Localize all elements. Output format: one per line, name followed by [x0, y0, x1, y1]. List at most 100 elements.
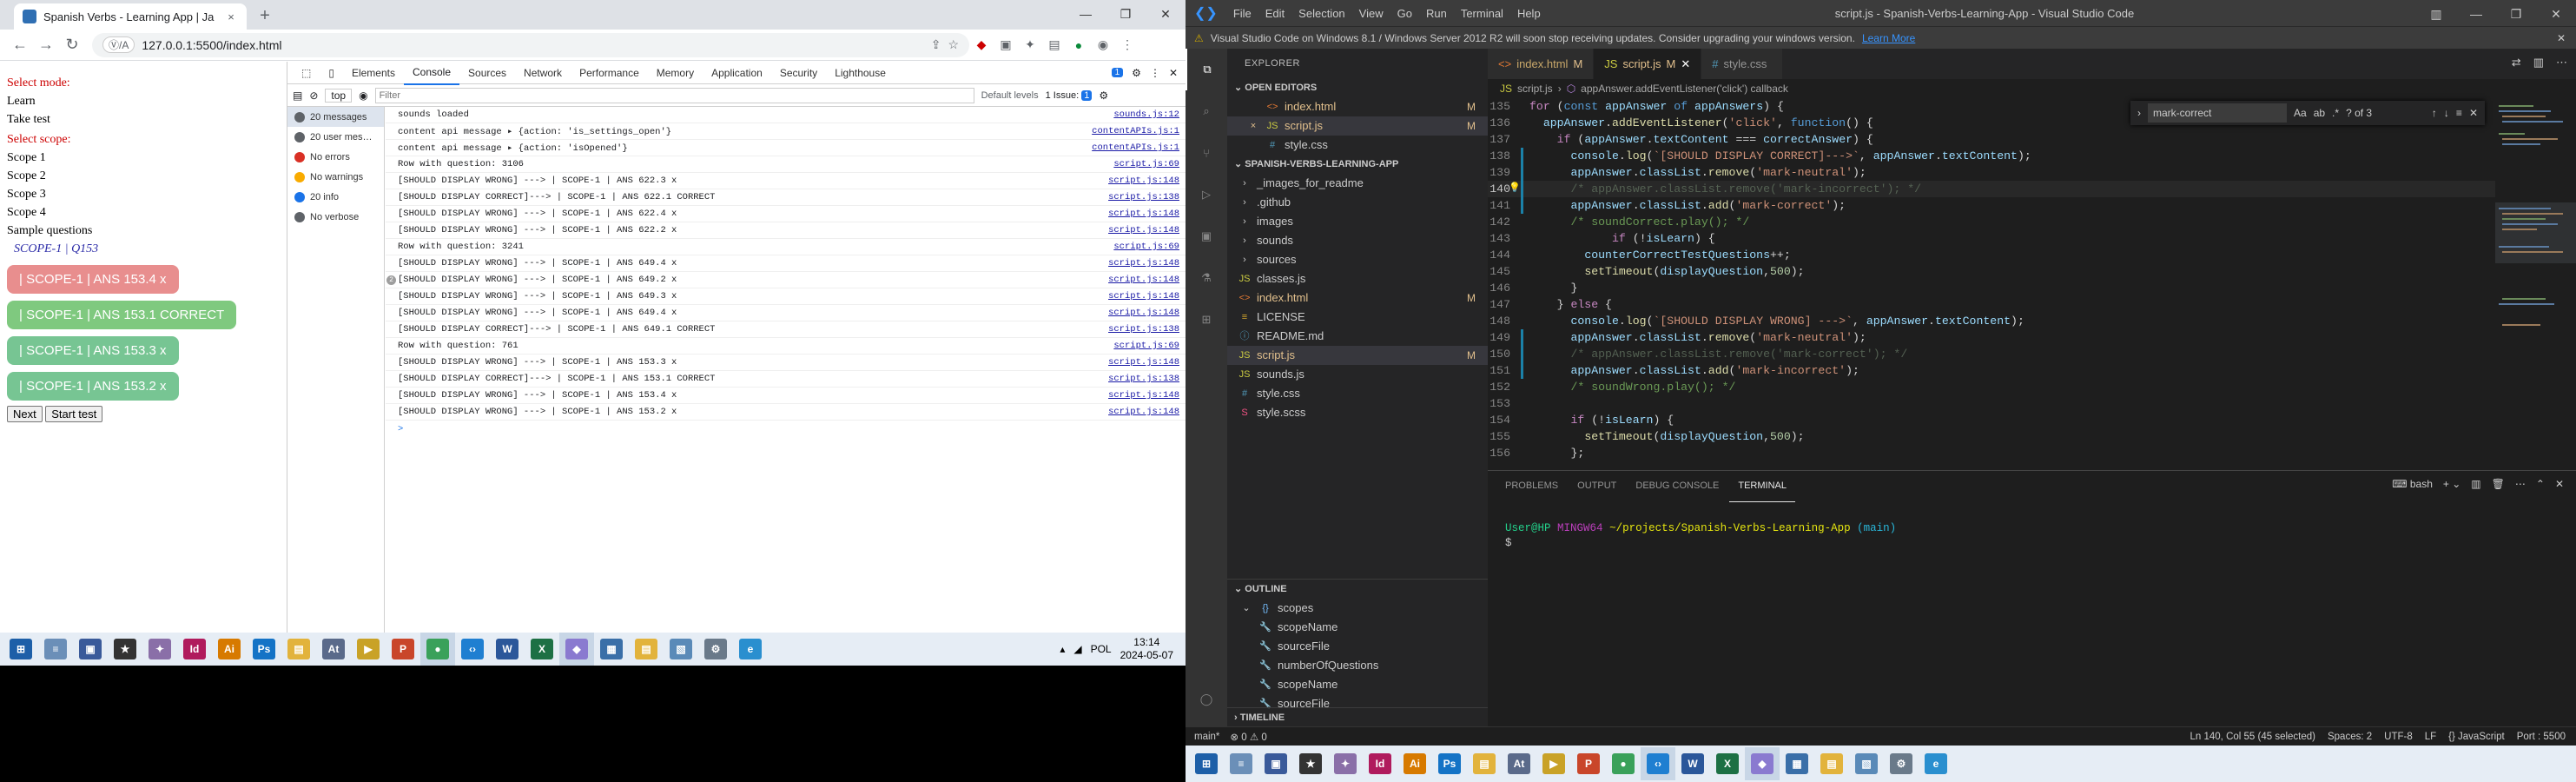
share-icon[interactable]: ⇪ [931, 37, 941, 52]
devtools-more-icon[interactable]: ⋮ [1150, 67, 1160, 79]
sidebar-icon[interactable]: ▤ [1042, 33, 1067, 57]
back-icon[interactable]: ← [7, 32, 33, 58]
taskbar-folder[interactable]: ▤ [629, 633, 664, 666]
answer-button-3[interactable]: | SCOPE-1 | ANS 153.3 x [7, 336, 179, 365]
console-source-link[interactable]: script.js:148 [1108, 275, 1179, 285]
breadcrumb-symbol[interactable]: appAnswer.addEventListener('click') call… [1581, 83, 1788, 95]
timeline-header[interactable]: › TIMELINE [1227, 707, 1488, 726]
taskbar-chrome[interactable]: ● [1606, 747, 1641, 780]
run-debug-icon[interactable]: ▷ [1186, 174, 1227, 215]
panel-tab-problems[interactable]: PROBLEMS [1496, 471, 1567, 501]
tab-memory[interactable]: Memory [648, 62, 703, 84]
file-tree-item[interactable]: # style.css [1227, 384, 1488, 403]
taskbar-start[interactable]: ⊞ [3, 633, 38, 666]
find-input[interactable]: mark-correct [2148, 103, 2287, 123]
tab-style-css[interactable]: # style.css [1701, 49, 1784, 79]
whole-word-icon[interactable]: ab [2314, 107, 2325, 119]
bookmark-star-icon[interactable]: ☆ [948, 37, 959, 52]
eye-icon[interactable]: ◉ [359, 89, 367, 102]
devtools-settings-icon[interactable]: ⚙ [1132, 67, 1141, 79]
answer-button-2[interactable]: | SCOPE-1 | ANS 153.1 CORRECT [7, 301, 237, 329]
levels-dropdown[interactable]: Default levels [981, 90, 1039, 101]
status-item[interactable]: Ln 140, Col 55 (45 selected) [2190, 732, 2315, 742]
maximize-panel-icon[interactable]: ⌃ [2536, 478, 2545, 490]
issues-badge[interactable]: 1 [1111, 68, 1124, 77]
outline-item[interactable]: 🔧 scopeName [1227, 675, 1488, 694]
terminal-shell-label[interactable]: ⌨ bash [2392, 478, 2433, 490]
file-tree-item[interactable]: ≡ LICENSE [1227, 308, 1488, 327]
scope-1[interactable]: Scope 1 [7, 149, 280, 167]
taskbar-start[interactable]: ⊞ [1189, 747, 1224, 780]
console-source-link[interactable]: script.js:148 [1108, 258, 1179, 268]
taskbar-illustrator[interactable]: Ai [1397, 747, 1432, 780]
panel-tab-debug-console[interactable]: DEBUG CONSOLE [1627, 471, 1727, 501]
source-control-icon[interactable]: ⑂ [1186, 132, 1227, 174]
taskbar-powerpoint[interactable]: P [386, 633, 420, 666]
tab-lighthouse[interactable]: Lighthouse [826, 62, 895, 84]
branch-status[interactable]: main* [1194, 732, 1219, 742]
taskbar-folder[interactable]: ▤ [1814, 747, 1849, 780]
account-icon[interactable]: ◯ [1186, 679, 1227, 720]
devtools-close-icon[interactable]: ✕ [1169, 67, 1178, 79]
file-tree-item[interactable]: › _images_for_readme [1227, 174, 1488, 193]
extensions-icon[interactable]: ⊞ [1186, 299, 1227, 341]
taskbar-vpn[interactable]: ◆ [559, 633, 594, 666]
file-tree-item[interactable]: JS script.js M [1227, 346, 1488, 365]
menu-kebab-icon[interactable]: ⋮ [1115, 33, 1139, 57]
taskbar-notes[interactable]: ▧ [664, 633, 698, 666]
find-selection-icon[interactable]: ≡ [2456, 107, 2462, 119]
console-settings-icon[interactable]: ⚙ [1099, 89, 1108, 102]
close-window-icon[interactable]: ✕ [2536, 0, 2576, 28]
taskbar-photoshop[interactable]: Ps [247, 633, 281, 666]
status-item[interactable]: {} JavaScript [2448, 732, 2505, 742]
console-source-link[interactable]: script.js:138 [1108, 324, 1179, 335]
status-item[interactable]: Spaces: 2 [2328, 732, 2372, 742]
terminal[interactable]: User@HP MINGW64 ~/projects/Spanish-Verbs… [1505, 521, 1896, 551]
taskbar-powerpoint[interactable]: P [1571, 747, 1606, 780]
taskbar-edge[interactable]: e [733, 633, 768, 666]
banner-close-icon[interactable]: ✕ [2557, 32, 2576, 44]
outline-root[interactable]: ⌄ {} scopes [1227, 599, 1488, 618]
layout-toggle-icon[interactable]: ▥ [2416, 0, 2456, 28]
taskbar-illustrator[interactable]: Ai [212, 633, 247, 666]
mode-take-test[interactable]: Take test [7, 110, 280, 129]
new-terminal-icon[interactable]: + ⌄ [2443, 478, 2460, 490]
console-source-link[interactable]: contentAPIs.js:1 [1092, 142, 1179, 153]
console-sidebar-item[interactable]: 20 user mes… [287, 127, 384, 147]
file-tree-item[interactable]: › sources [1227, 250, 1488, 269]
console-source-link[interactable]: script.js:69 [1113, 159, 1179, 169]
open-editor-item[interactable]: # style.css [1227, 136, 1488, 155]
console-source-link[interactable]: script.js:148 [1108, 291, 1179, 302]
breadcrumb-file[interactable]: script.js [1517, 83, 1553, 95]
taskbar-app-at[interactable]: At [316, 633, 351, 666]
extensions-puzzle-icon[interactable]: ✦ [1018, 33, 1042, 57]
taskbar-edge[interactable]: e [1919, 747, 1953, 780]
clear-console-icon[interactable]: ⊘ [309, 89, 318, 102]
learn-more-link[interactable]: Learn More [1862, 32, 1915, 44]
file-tree-item[interactable]: › sounds [1227, 231, 1488, 250]
testing-icon[interactable]: ⚗ [1186, 257, 1227, 299]
open-editor-item[interactable]: × JS script.js M [1227, 116, 1488, 136]
vpn-extension-icon[interactable]: ● [1067, 33, 1091, 57]
console-source-link[interactable]: script.js:148 [1108, 390, 1179, 401]
taskbar-excel[interactable]: X [525, 633, 559, 666]
code-area[interactable]: 135 for (const appAnswer of appAnswers) {… [1488, 98, 2495, 470]
mode-learn[interactable]: Learn [7, 92, 280, 110]
file-tree-item[interactable]: › .github [1227, 193, 1488, 212]
console-sidebar-item[interactable]: No warnings [287, 167, 384, 187]
taskbar-save[interactable]: ▣ [73, 633, 108, 666]
console-sidebar-item[interactable]: 20 info [287, 187, 384, 207]
menu-selection[interactable]: Selection [1291, 7, 1351, 20]
tab-script-js[interactable]: JS script.js M ✕ [1594, 49, 1702, 79]
console-source-link[interactable]: script.js:138 [1108, 374, 1179, 384]
taskbar-media[interactable]: ▶ [351, 633, 386, 666]
lightbulb-icon[interactable]: 💡 [1509, 181, 1521, 197]
context-select[interactable]: top [325, 88, 353, 103]
taskbar-word[interactable]: W [490, 633, 525, 666]
find-next-icon[interactable]: ↓ [2444, 107, 2449, 119]
console-source-link[interactable]: script.js:148 [1108, 176, 1179, 186]
outline-item[interactable]: 🔧 scopeName [1227, 618, 1488, 637]
tab-index-html[interactable]: <> index.html M [1488, 49, 1595, 79]
status-item[interactable]: LF [2425, 732, 2436, 742]
panel-tab-output[interactable]: OUTPUT [1569, 471, 1625, 501]
